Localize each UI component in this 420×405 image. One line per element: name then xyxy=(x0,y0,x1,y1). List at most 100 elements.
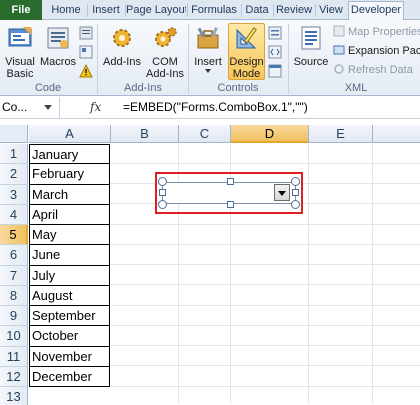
com-gear-icon xyxy=(145,25,185,54)
gridline xyxy=(110,244,420,245)
com-add-ins-button[interactable]: COM Add-Ins xyxy=(145,25,185,80)
resize-handle[interactable] xyxy=(227,201,234,208)
visual-basic-button[interactable]: Visual Basic xyxy=(2,25,38,80)
resize-handle[interactable] xyxy=(159,189,166,196)
tab-page-layout[interactable]: Page Layout xyxy=(126,2,186,20)
refresh-icon xyxy=(333,63,345,79)
chevron-down-icon[interactable] xyxy=(44,105,52,110)
insert-label: Insert xyxy=(194,56,222,68)
group-divider xyxy=(288,24,289,94)
column-header-e[interactable]: E xyxy=(309,125,373,143)
insert-function-icon[interactable]: fx xyxy=(90,97,110,118)
column-header-f[interactable] xyxy=(373,125,420,143)
row-header-selected[interactable]: 5 xyxy=(0,225,28,246)
gridline xyxy=(110,365,420,366)
developer-ribbon: Visual Basic Macros Code Add-Ins COM Add… xyxy=(0,20,420,96)
view-code-icon[interactable] xyxy=(268,45,282,62)
run-dialog-icon[interactable] xyxy=(268,64,282,81)
controls-group-label: Controls xyxy=(217,82,259,94)
map-properties-button[interactable]: Map Properties xyxy=(333,25,420,41)
design-mode-button[interactable]: Design Mode xyxy=(228,25,265,80)
expansion-packs-button[interactable]: Expansion Packs xyxy=(333,44,420,60)
formula-input[interactable]: =EMBED("Forms.ComboBox.1","") xyxy=(123,97,308,118)
macro-security-icon[interactable] xyxy=(79,63,93,81)
row-header[interactable]: 2 xyxy=(0,164,28,185)
cell-a8[interactable]: August xyxy=(29,285,110,306)
xml-group-label: XML xyxy=(344,82,368,94)
resize-handle[interactable] xyxy=(158,200,167,209)
expansion-packs-icon xyxy=(333,44,345,60)
tab-home[interactable]: Home xyxy=(46,2,86,20)
cell-a1[interactable]: January xyxy=(29,144,110,165)
row-header[interactable]: 12 xyxy=(0,366,28,387)
toolbox-icon xyxy=(191,25,225,54)
refresh-data-label: Refresh Data xyxy=(348,64,413,76)
tab-insert[interactable]: Insert xyxy=(88,2,124,20)
cell-a6[interactable]: June xyxy=(29,245,110,266)
gear-icon xyxy=(101,25,143,54)
expansion-packs-label: Expansion Packs xyxy=(348,45,420,57)
cell-a12[interactable]: December xyxy=(29,366,110,387)
column-header-d[interactable]: D xyxy=(231,125,309,143)
row-header[interactable]: 11 xyxy=(0,346,28,367)
resize-handle[interactable] xyxy=(291,177,300,186)
tab-developer[interactable]: Developer xyxy=(348,1,404,21)
group-divider xyxy=(97,24,98,94)
tab-formulas[interactable]: Formulas xyxy=(188,2,240,20)
cell-a11[interactable]: November xyxy=(29,346,110,367)
code-group-label: Code xyxy=(34,82,62,94)
map-properties-icon xyxy=(333,25,345,41)
cell-a7[interactable]: July xyxy=(29,265,110,286)
tab-data[interactable]: Data xyxy=(242,2,272,20)
name-box-value: Co... xyxy=(2,100,28,114)
cell-a2[interactable]: February xyxy=(29,164,110,185)
relative-references-icon[interactable] xyxy=(79,45,93,62)
cell-a3[interactable]: March xyxy=(29,184,110,205)
refresh-data-button[interactable]: Refresh Data xyxy=(333,63,413,79)
resize-handle[interactable] xyxy=(292,189,299,196)
cell-a9[interactable]: September xyxy=(29,306,110,327)
column-header-a[interactable]: A xyxy=(29,125,111,143)
tab-file[interactable]: File xyxy=(0,0,42,20)
source-label: Source xyxy=(293,56,329,68)
cell-a5[interactable]: May xyxy=(29,225,110,246)
row-header[interactable]: 6 xyxy=(0,245,28,266)
resize-handle[interactable] xyxy=(291,200,300,209)
visual-basic-label: Visual Basic xyxy=(5,56,35,80)
macros-button[interactable]: Macros xyxy=(40,25,76,68)
row-header[interactable]: 1 xyxy=(0,144,28,165)
row-header[interactable]: 13 xyxy=(0,387,28,405)
gridline xyxy=(110,284,420,285)
column-header-c[interactable]: C xyxy=(179,125,231,143)
gridline xyxy=(110,163,420,164)
chevron-down-icon xyxy=(205,69,211,73)
source-button[interactable]: Source xyxy=(292,25,330,68)
add-ins-group-label: Add-Ins xyxy=(124,82,162,94)
worksheet-grid: A B C D E 1 2 3 4 5 6 7 8 9 10 11 12 13 … xyxy=(0,119,420,405)
row-header[interactable]: 4 xyxy=(0,204,28,225)
column-header-b[interactable]: B xyxy=(111,125,179,143)
tab-view[interactable]: View xyxy=(316,2,346,20)
gridline xyxy=(110,325,420,326)
gridline xyxy=(110,224,420,225)
resize-handle[interactable] xyxy=(227,178,234,185)
insert-control-button[interactable]: Insert xyxy=(191,25,225,73)
gridline xyxy=(110,264,420,265)
add-ins-button[interactable]: Add-Ins xyxy=(101,25,143,68)
group-divider xyxy=(188,24,189,94)
record-macro-icon[interactable] xyxy=(79,26,93,43)
row-header[interactable]: 3 xyxy=(0,184,28,205)
tab-review[interactable]: Review xyxy=(274,2,314,20)
formula-bar: Co... fx =EMBED("Forms.ComboBox.1","") xyxy=(0,97,420,119)
row-header[interactable]: 7 xyxy=(0,265,28,286)
cell-a4[interactable]: April xyxy=(29,204,110,225)
properties-icon[interactable] xyxy=(268,26,282,43)
combo-dropdown-arrow-icon[interactable] xyxy=(274,184,290,201)
visual-basic-icon xyxy=(2,25,38,54)
cell-a10[interactable]: October xyxy=(29,326,110,347)
row-header[interactable]: 9 xyxy=(0,306,28,327)
row-header[interactable]: 10 xyxy=(0,326,28,347)
select-all-corner[interactable] xyxy=(0,125,28,143)
resize-handle[interactable] xyxy=(158,177,167,186)
row-header[interactable]: 8 xyxy=(0,285,28,306)
